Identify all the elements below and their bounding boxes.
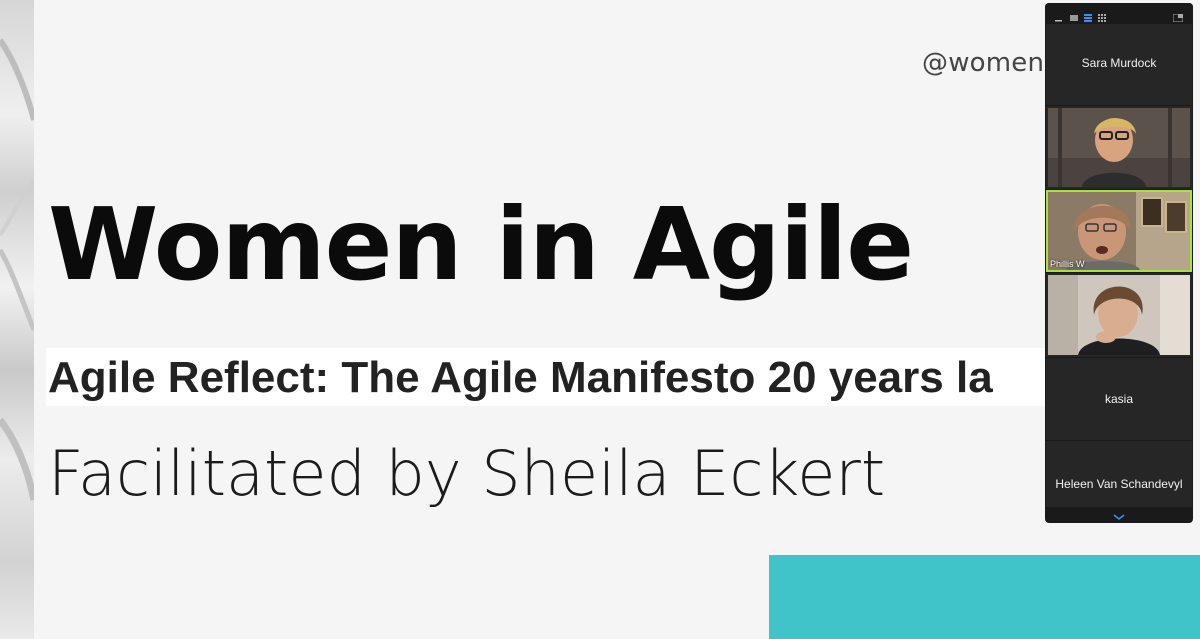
slide-subtitle: Agile Reflect: The Agile Manifesto 20 ye… [48, 353, 993, 402]
chevron-down-icon[interactable] [1111, 509, 1127, 521]
participant-tile[interactable]: Sara Murdock [1046, 24, 1192, 105]
minimize-icon[interactable] [1055, 9, 1063, 22]
participant-name: Heleen Van Schandevyl [1055, 477, 1183, 491]
decorative-leaf-image [0, 0, 34, 639]
participant-name: Phillis W [1050, 259, 1085, 269]
participant-tile[interactable]: Heleen Van Schandevyl [1046, 441, 1192, 507]
participant-video [1048, 108, 1190, 187]
single-view-icon[interactable] [1070, 9, 1078, 21]
participant-video-tile[interactable] [1046, 273, 1192, 357]
strip-view-icon[interactable] [1084, 9, 1092, 22]
facilitator-line: Facilitated by Sheila Eckert [48, 437, 886, 510]
decorative-teal-block [769, 555, 1200, 639]
participant-tile[interactable]: kasia [1046, 358, 1192, 440]
grid-view-icon[interactable] [1098, 9, 1106, 22]
participant-video [1048, 275, 1190, 355]
participant-name: kasia [1104, 392, 1133, 406]
presentation-slide: @womenin Women in Agile Agile Reflect: T… [0, 0, 1200, 639]
participant-name: Sara Murdock [1081, 56, 1157, 70]
fullscreen-icon[interactable] [1172, 9, 1184, 23]
slide-title: Women in Agile [48, 186, 914, 303]
participant-video-tile[interactable] [1046, 106, 1192, 189]
participant-panel: Sara Murdock Phillis W kasia Heleen Van … [1045, 3, 1193, 523]
panel-toolbar [1045, 3, 1193, 23]
participant-video-tile-active[interactable]: Phillis W [1046, 190, 1192, 272]
